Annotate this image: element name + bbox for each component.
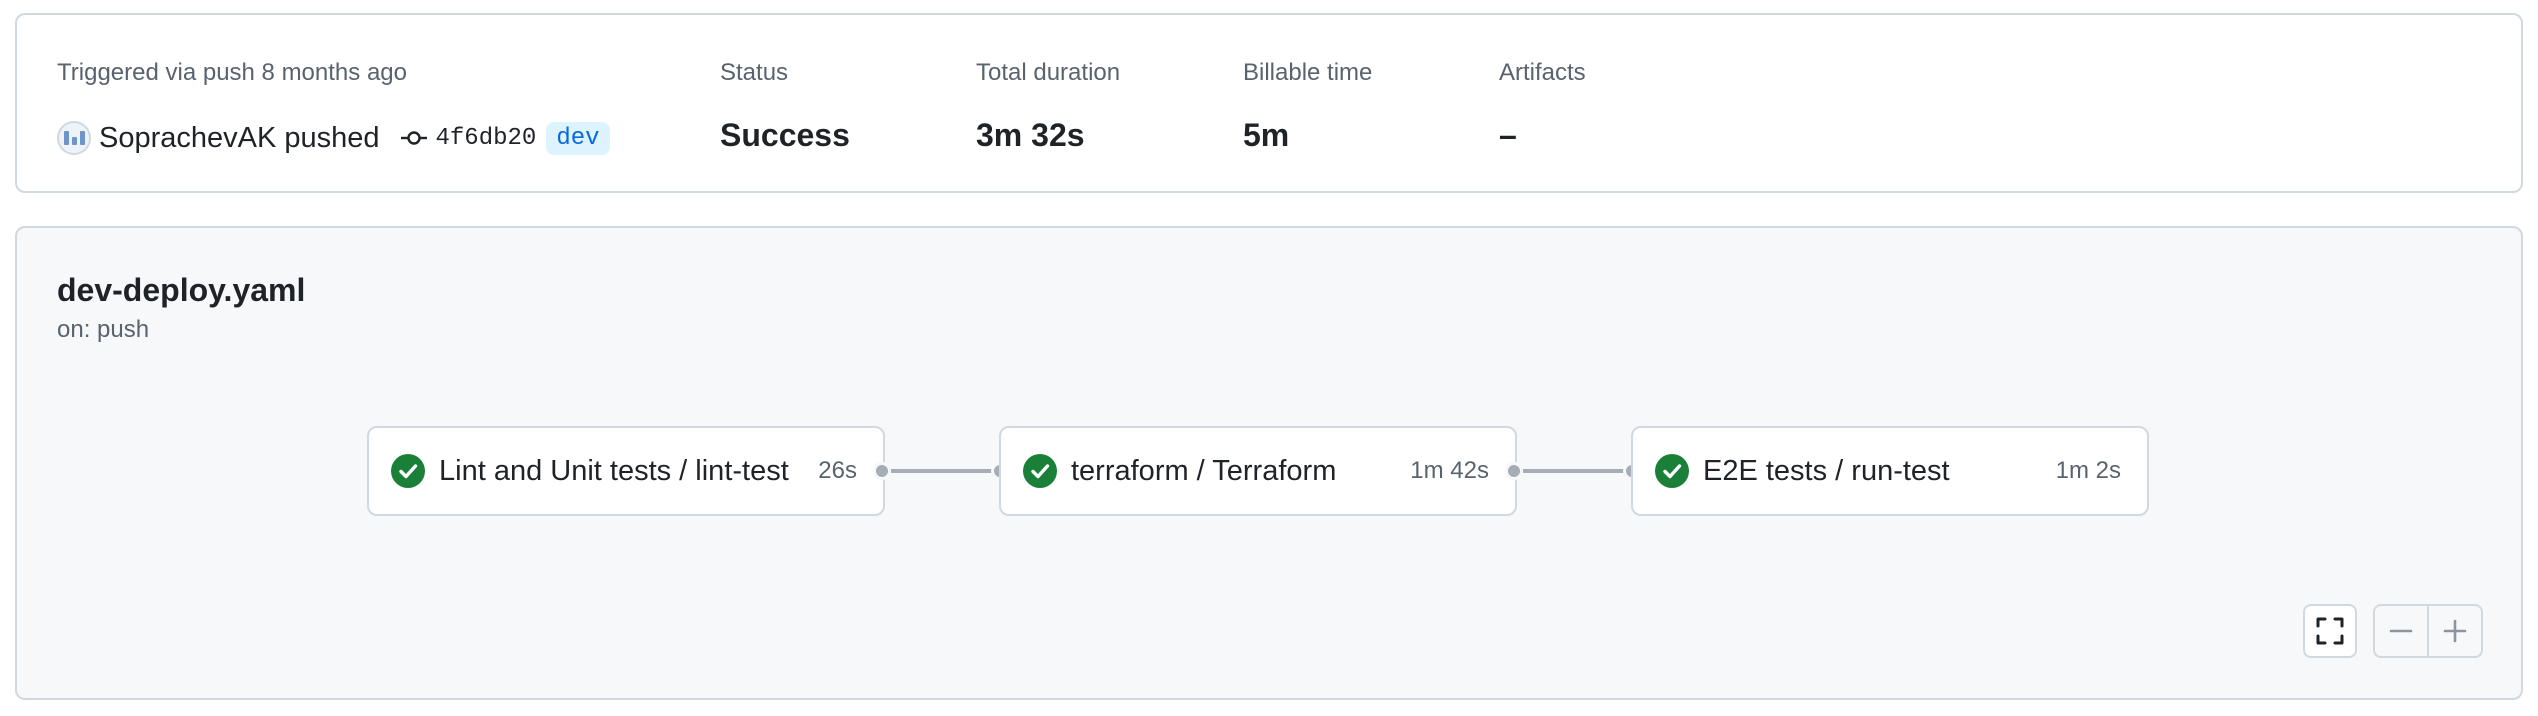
success-check-icon [1023,454,1057,488]
zoom-controls [2373,604,2483,658]
job-duration: 1m 42s [1410,457,1489,484]
git-commit-icon [401,131,428,145]
workflow-trigger: on: push [57,316,150,343]
commit-link[interactable]: 4f6db20 [401,125,536,152]
job-output-node [1505,462,1523,480]
artifacts-value: – [1499,117,1517,153]
job-card-lint-test[interactable]: Lint and Unit tests / lint-test 26s [367,426,885,516]
trigger-info: Triggered via push 8 months ago Soprache… [57,57,610,155]
trigger-actor-row: SoprachevAK pushed 4f6db20 dev [57,121,610,155]
zoom-in-icon [2443,619,2467,643]
job-duration: 26s [818,457,857,484]
fullscreen-icon [2316,617,2344,645]
job-duration: 1m 2s [2055,457,2121,484]
success-check-icon [1655,454,1689,488]
branch-badge[interactable]: dev [546,121,610,155]
job-card-terraform[interactable]: terraform / Terraform 1m 42s [999,426,1517,516]
job-name: terraform / Terraform [1071,454,1337,487]
status-label: Status [720,59,789,86]
job-connector [891,469,995,473]
commit-sha: 4f6db20 [435,124,537,152]
job-connector [1523,469,1627,473]
success-check-icon [391,454,425,488]
fullscreen-button[interactable] [2303,604,2357,658]
status-stat: Status Success [720,57,850,153]
zoom-out-button[interactable] [2375,606,2427,656]
workflow-graph-panel: dev-deploy.yaml on: push Lint and Unit t… [15,226,2523,700]
zoom-in-button[interactable] [2429,606,2481,656]
billable-stat: Billable time 5m [1243,57,1373,153]
duration-label: Total duration [976,59,1121,86]
artifacts-stat: Artifacts – [1499,57,1586,153]
avatar[interactable] [57,121,91,155]
actor-action-text: pushed [284,121,380,154]
job-output-node [873,462,891,480]
zoom-out-icon [2389,629,2413,633]
job-name: Lint and Unit tests / lint-test [439,454,789,487]
status-value: Success [720,117,850,153]
duration-stat: Total duration 3m 32s [976,57,1121,153]
workflow-file-title: dev-deploy.yaml [57,272,306,308]
job-name: E2E tests / run-test [1703,454,1950,487]
trigger-label: Triggered via push 8 months ago [57,59,407,86]
run-summary-panel: Triggered via push 8 months ago Soprache… [15,13,2523,193]
artifacts-label: Artifacts [1499,59,1586,86]
actor-link[interactable]: SoprachevAK [99,122,276,155]
job-card-run-test[interactable]: E2E tests / run-test 1m 2s [1631,426,2149,516]
billable-value: 5m [1243,117,1290,153]
billable-label: Billable time [1243,59,1373,86]
duration-value: 3m 32s [976,117,1085,153]
